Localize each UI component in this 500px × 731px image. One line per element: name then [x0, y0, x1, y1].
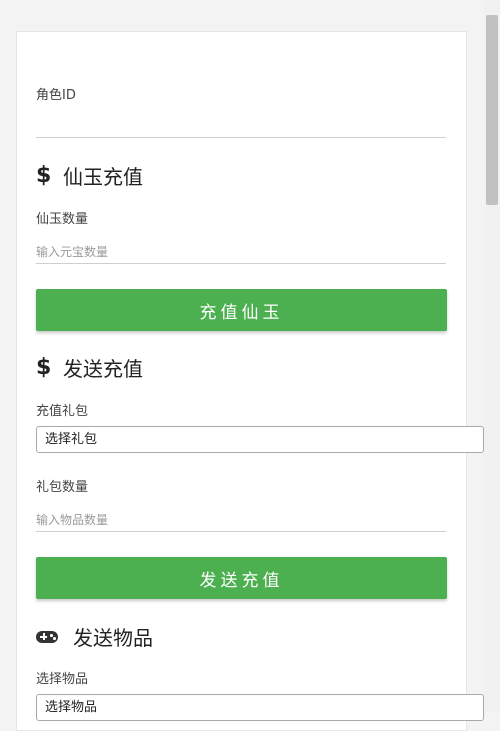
send-items-title: 发送物品: [73, 625, 153, 650]
role-id-label: 角色ID: [36, 88, 76, 103]
send-recharge-button[interactable]: 发送充值: [36, 557, 447, 599]
send-recharge-heading: $ 发送充值: [36, 354, 143, 381]
xianyu-recharge-title: 仙玉充值: [63, 164, 143, 189]
package-label: 充值礼包: [36, 404, 89, 419]
xianyu-recharge-heading: $ 仙玉充值: [36, 162, 143, 189]
item-select[interactable]: 选择物品: [36, 694, 484, 721]
dollar-icon: $: [36, 354, 52, 380]
gamepad-icon: [36, 624, 66, 649]
package-quantity-label: 礼包数量: [36, 480, 89, 495]
recharge-xianyu-button[interactable]: 充值仙玉: [36, 289, 447, 331]
send-recharge-title: 发送充值: [63, 356, 143, 381]
item-select-label: 选择物品: [36, 672, 89, 687]
dollar-icon: $: [36, 162, 52, 188]
xianyu-amount-input[interactable]: [36, 241, 446, 264]
xianyu-amount-label: 仙玉数量: [36, 212, 89, 227]
send-items-heading: 发送物品: [36, 623, 153, 650]
scrollbar-thumb[interactable]: [486, 15, 498, 205]
package-select[interactable]: 选择礼包: [36, 426, 484, 453]
vertical-scrollbar[interactable]: [484, 0, 500, 711]
package-quantity-input[interactable]: [36, 509, 446, 532]
role-id-input[interactable]: [36, 115, 446, 138]
